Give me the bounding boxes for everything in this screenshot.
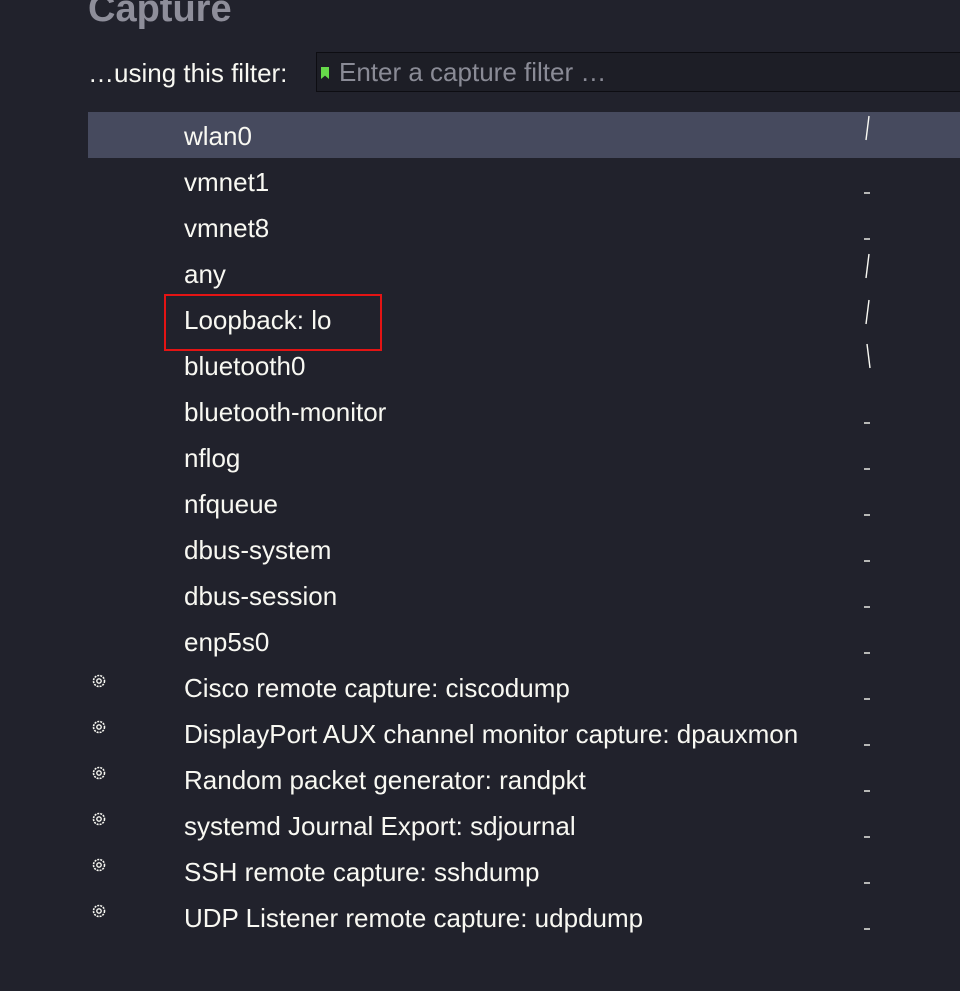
interface-row[interactable]: nfqueue (88, 480, 960, 526)
capture-filter-label: …using this filter: (88, 58, 288, 88)
traffic-sparkline (864, 698, 870, 700)
traffic-sparkline (864, 882, 870, 884)
gear-icon[interactable] (92, 674, 106, 688)
interface-row[interactable]: DisplayPort AUX channel monitor capture:… (88, 710, 960, 756)
interface-name: enp5s0 (184, 627, 270, 657)
interface-row[interactable]: Random packet generator: randpkt (88, 756, 960, 802)
traffic-sparkline (866, 343, 871, 369)
traffic-sparkline (864, 836, 870, 838)
interface-name: nfqueue (184, 489, 278, 519)
interface-name: SSH remote capture: sshdump (184, 857, 540, 887)
capture-filter-box[interactable] (316, 52, 960, 92)
interface-list: wlan0 vmnet1 vmnet8 any Loopback: lo bluetoot… (88, 112, 960, 940)
interface-name: vmnet8 (184, 213, 270, 243)
interface-row[interactable]: any (88, 250, 960, 296)
interface-name: bluetooth-monitor (184, 397, 387, 427)
bookmark-icon[interactable] (321, 67, 329, 79)
gear-icon[interactable] (92, 812, 106, 826)
interface-row[interactable]: dbus-system (88, 526, 960, 572)
interface-name: UDP Listener remote capture: udpdump (184, 903, 644, 933)
gear-icon[interactable] (92, 904, 106, 918)
traffic-sparkline (864, 514, 870, 516)
traffic-sparkline (864, 928, 870, 930)
interface-name: systemd Journal Export: sdjournal (184, 811, 576, 841)
interface-name: DisplayPort AUX channel monitor capture:… (184, 719, 799, 749)
traffic-sparkline (865, 253, 870, 279)
gear-icon[interactable] (92, 858, 106, 872)
traffic-sparkline (864, 744, 870, 746)
traffic-sparkline (864, 238, 870, 240)
gear-icon[interactable] (92, 720, 106, 734)
interface-name: dbus-system (184, 535, 332, 565)
interface-row[interactable]: Loopback: lo (88, 296, 960, 342)
section-title: Capture (88, 0, 232, 30)
interface-row[interactable]: UDP Listener remote capture: udpdump (88, 894, 960, 940)
interface-name: Random packet generator: randpkt (184, 765, 586, 795)
interface-row[interactable]: wlan0 (88, 112, 960, 158)
interface-name: Loopback: lo (184, 305, 332, 335)
capture-filter-input[interactable] (339, 57, 959, 87)
traffic-sparkline (864, 422, 870, 424)
interface-row[interactable]: vmnet1 (88, 158, 960, 204)
interface-row[interactable]: bluetooth0 (88, 342, 960, 388)
traffic-sparkline (864, 468, 870, 470)
interface-row[interactable]: SSH remote capture: sshdump (88, 848, 960, 894)
capture-filter-row: …using this filter: (88, 52, 960, 96)
interface-row[interactable]: systemd Journal Export: sdjournal (88, 802, 960, 848)
traffic-sparkline (864, 652, 870, 654)
interface-name: dbus-session (184, 581, 338, 611)
interface-name: any (184, 259, 226, 289)
traffic-sparkline (864, 560, 870, 562)
interface-row[interactable]: enp5s0 (88, 618, 960, 664)
gear-icon[interactable] (92, 766, 106, 780)
traffic-sparkline (864, 192, 870, 194)
interface-row[interactable]: dbus-session (88, 572, 960, 618)
interface-name: Cisco remote capture: ciscodump (184, 673, 570, 703)
traffic-sparkline (864, 606, 870, 608)
interface-row[interactable]: vmnet8 (88, 204, 960, 250)
traffic-sparkline (865, 299, 870, 325)
interface-name: vmnet1 (184, 167, 270, 197)
interface-name: wlan0 (184, 121, 252, 151)
interface-row[interactable]: nflog (88, 434, 960, 480)
traffic-sparkline (865, 115, 870, 141)
interface-name: bluetooth0 (184, 351, 306, 381)
interface-row[interactable]: Cisco remote capture: ciscodump (88, 664, 960, 710)
traffic-sparkline (864, 790, 870, 792)
interface-name: nflog (184, 443, 241, 473)
interface-row[interactable]: bluetooth-monitor (88, 388, 960, 434)
